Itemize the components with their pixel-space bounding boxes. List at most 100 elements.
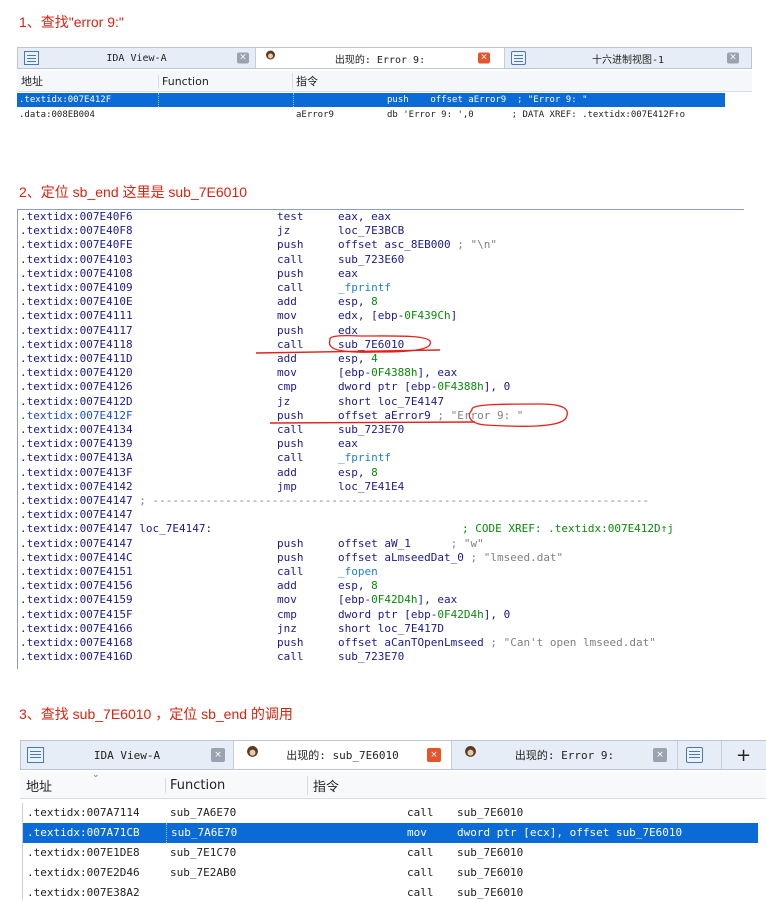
disasm-line[interactable]: .textidx:007E4166 jnz short loc_7E417D [20, 622, 740, 636]
operands: esp, 8 [338, 579, 378, 593]
line-address: .textidx:007E4168 [20, 636, 133, 649]
new-tab-button[interactable]: + [722, 741, 766, 769]
tab-occurrences-error9[interactable]: 出现的: Error 9: × [256, 48, 505, 68]
line-address: .textidx:007E4147 [20, 536, 133, 550]
column-function[interactable]: Function [165, 777, 225, 793]
operand-number: 8 [371, 295, 378, 309]
disasm-line[interactable]: .textidx:007E40F6 test eax, eax [20, 210, 740, 224]
disasm-line[interactable]: .textidx:007E416D call sub_723E70 [20, 650, 740, 664]
column-address[interactable]: 地址 [26, 776, 52, 795]
operands: edx, [ebp-0F439Ch] [338, 309, 457, 323]
disasm-line[interactable]: .textidx:007E40FE push offset asc_8EB000 ;… [20, 238, 740, 252]
cell-instruction-b: sub_7E6010 [457, 886, 524, 899]
operand-text: sub_723E60 [338, 252, 405, 266]
disasm-line[interactable]: .textidx:007E4117 push edx [20, 324, 740, 338]
close-icon[interactable]: × [211, 748, 225, 762]
operand-text: edx [338, 323, 358, 337]
separator-comment: ; --------------------------------------… [132, 494, 650, 507]
tab-hex-view-1[interactable]: 十六进制视图-1 × [505, 48, 751, 68]
disasm-line[interactable]: .textidx:007E413F add esp, 8 [20, 466, 740, 480]
mnemonic: call [277, 650, 304, 664]
occurrence-list-3: .textidx:007A7114 sub_7A6E70 call sub_7E… [22, 803, 766, 900]
tab-occurrences-sub7e6010[interactable]: 出现的: sub_7E6010 × [234, 741, 452, 769]
mnemonic: push [277, 437, 304, 451]
cell-instruction-a: mov [407, 826, 427, 839]
disasm-line[interactable]: .textidx:007E4111 mov edx, [ebp-0F439Ch] [20, 309, 740, 323]
operands: loc_7E3BCB [338, 224, 404, 238]
mnemonic: call [277, 252, 304, 266]
operands: sub_723E70 [338, 423, 404, 437]
operands: sub_723E60 [338, 253, 404, 267]
disasm-line[interactable]: .textidx:007E4103 call sub_723E60 [20, 253, 740, 267]
close-icon[interactable]: × [653, 748, 667, 762]
tab-ida-view-a[interactable]: IDA View-A × [21, 741, 234, 769]
line-address: .textidx:007E415F [20, 607, 133, 621]
operand-text: sub_7E6010 [338, 337, 405, 351]
disasm-line[interactable]: .textidx:007E4156 add esp, 8 [20, 579, 740, 593]
table-row[interactable]: .textidx:007A71CB sub_7A6E70 mov dword p… [23, 823, 758, 843]
table-row[interactable]: .textidx:007E38A2 call sub_7E6010 [23, 883, 758, 903]
disasm-line[interactable]: .textidx:007E4108 push eax [20, 267, 740, 281]
tab-occurrences-error9[interactable]: 出现的: Error 9: × [452, 741, 678, 769]
line-address: .textidx:007E416D [20, 650, 133, 664]
column-function[interactable]: Function [158, 74, 209, 88]
disasm-line[interactable]: .textidx:007E4142 jmp loc_7E41E4 [20, 480, 740, 494]
cell-instruction-a: call [407, 846, 434, 859]
disasm-line[interactable]: .textidx:007E415F cmp dword ptr [ebp-0F42D… [20, 608, 740, 622]
table-row[interactable]: .textidx:007E2D46 sub_7E2AB0 call sub_7E… [23, 863, 758, 883]
close-icon[interactable]: × [237, 52, 249, 64]
disasm-line[interactable]: .textidx:007E4147 push offset aW_1 ; "w" [20, 537, 740, 551]
mnemonic: mov [277, 593, 297, 607]
close-icon[interactable]: × [427, 748, 441, 762]
disasm-line[interactable]: .textidx:007E4168 push offset aCanTOpenLms… [20, 636, 740, 650]
cell-instruction-a: aError9 [296, 110, 334, 120]
disasm-line[interactable]: .textidx:007E4118 call sub_7E6010 [20, 338, 740, 352]
table-row[interactable]: .textidx:007E1DE8 sub_7E1C70 call sub_7E… [23, 843, 758, 863]
operand-text: [ebp- [338, 366, 372, 380]
mnemonic: add [277, 579, 297, 593]
disasm-line[interactable]: .textidx:007E40F8 jz loc_7E3BCB [20, 224, 740, 238]
tab-ida-view-a[interactable]: IDA View-A × [18, 48, 256, 68]
disasm-line[interactable]: .textidx:007E414C push offset aLmseedDat_0… [20, 551, 740, 565]
disasm-line[interactable]: .textidx:007E4139 push eax [20, 437, 740, 451]
table-row[interactable]: .data:008EB004 aError9 db 'Error 9: ',0 … [17, 108, 725, 122]
operands: loc_7E41E4 [338, 480, 404, 494]
tab-hex-view[interactable] [678, 741, 722, 769]
column-address[interactable]: 地址 [21, 73, 43, 89]
disasm-line[interactable]: .textidx:007E4151 call _fopen [20, 565, 740, 579]
operand-tail: ], 0 [483, 607, 511, 621]
disasm-line[interactable]: .textidx:007E412F push offset aError9 ; "E… [20, 409, 740, 423]
column-instruction[interactable]: 指令 [292, 73, 318, 89]
column-instruction[interactable]: 指令 [307, 775, 339, 795]
disassembly-view[interactable]: .textidx:007E40F6 test eax, eax .textidx:00… [17, 209, 744, 669]
sort-chevron-icon[interactable]: ⌄ [92, 770, 100, 780]
disasm-line[interactable]: .textidx:007E4120 mov [ebp-0F4388h], eax [20, 366, 740, 380]
line-address: .textidx:007E4147 [20, 522, 133, 536]
close-icon[interactable]: × [478, 52, 490, 64]
line-address: .textidx:007E4120 [20, 366, 133, 380]
mnemonic: add [277, 465, 297, 479]
disasm-line[interactable]: .textidx:007E412D jz short loc_7E4147 [20, 395, 740, 409]
disasm-line[interactable]: .textidx:007E4134 call sub_723E70 [20, 423, 740, 437]
disasm-line[interactable]: .textidx:007E413A call _fprintf [20, 451, 740, 465]
disasm-line[interactable]: .textidx:007E4147 loc_7E4147: ; CODE XREF… [20, 522, 740, 536]
table-row[interactable]: .textidx:007E412F push offset aError9 ; … [17, 93, 725, 107]
operand-number: 0F4388h [371, 366, 418, 380]
operands: dword ptr [ebp-0F42D4h], 0 [338, 608, 510, 622]
close-icon[interactable]: × [727, 52, 739, 64]
operand-text: esp, [338, 579, 372, 593]
table-row[interactable]: .textidx:007A7114 sub_7A6E70 call sub_7E… [23, 803, 758, 823]
operands: [ebp-0F4388h], eax [338, 366, 457, 380]
disasm-line[interactable]: .textidx:007E410E add esp, 8 [20, 295, 740, 309]
disasm-line[interactable]: .textidx:007E4159 mov [ebp-0F42D4h], eax [20, 593, 740, 607]
operand-text: offset aW_1 [338, 536, 411, 550]
line-address: .textidx:007E4103 [20, 252, 133, 266]
disasm-line[interactable]: .textidx:007E4147 [20, 508, 740, 522]
mnemonic: push [277, 636, 304, 649]
disasm-line[interactable]: .textidx:007E4109 call _fprintf [20, 281, 740, 295]
disasm-line[interactable]: .textidx:007E4126 cmp dword ptr [ebp-0F438… [20, 380, 740, 394]
disasm-line[interactable]: .textidx:007E4147 ; --------------------… [20, 494, 740, 508]
disasm-line[interactable]: .textidx:007E411D add esp, 4 [20, 352, 740, 366]
operands: short loc_7E4147 [338, 395, 444, 409]
operand-text: offset asc_8EB000 [338, 238, 451, 252]
